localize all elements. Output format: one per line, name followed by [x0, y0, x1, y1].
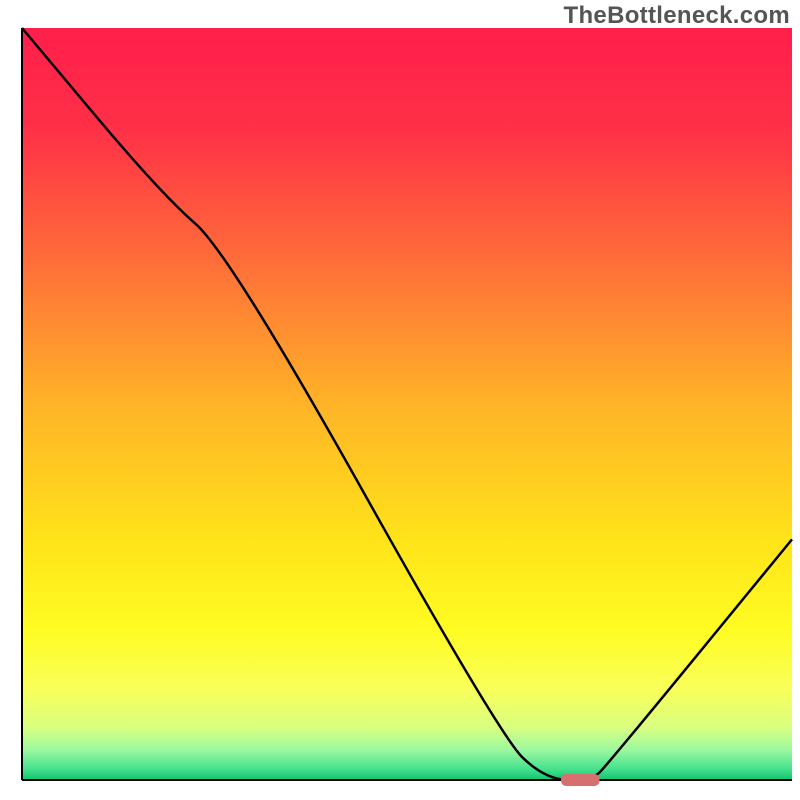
watermark-text: TheBottleneck.com [564, 2, 790, 30]
optimal-marker [561, 774, 600, 786]
bottleneck-chart: TheBottleneck.com [0, 0, 800, 800]
chart-svg [0, 0, 800, 800]
plot-background [22, 28, 792, 780]
